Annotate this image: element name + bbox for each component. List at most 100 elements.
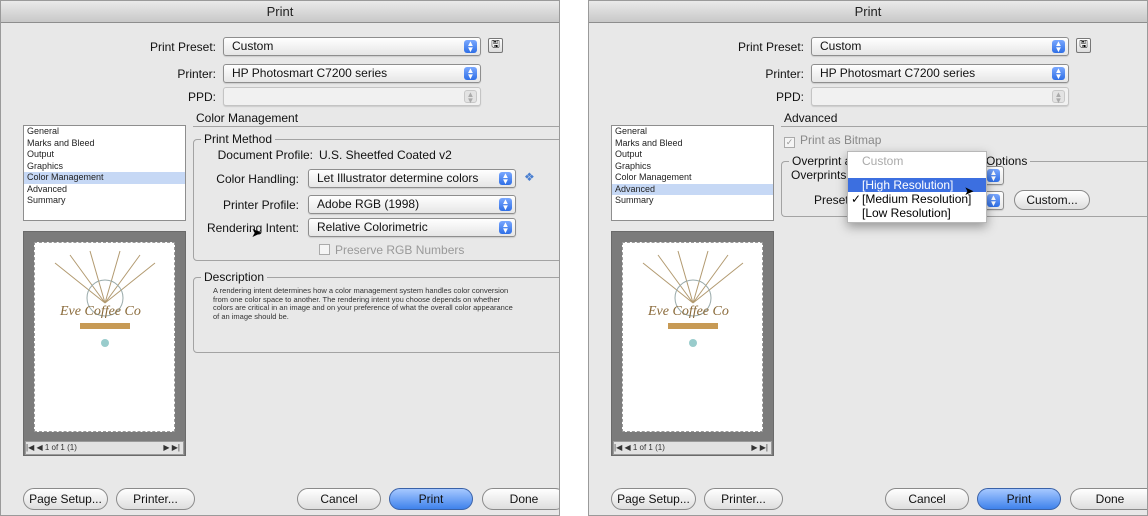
- preview-page: Eve Coffee Co: [34, 242, 175, 432]
- print-as-bitmap-checkbox: ✓ Print as Bitmap: [784, 133, 881, 148]
- print-preset-select[interactable]: Custom ▲ ▼: [223, 37, 481, 56]
- popup-arrows-icon: ▲ ▼: [499, 172, 512, 186]
- ppd-label: PPD:: [187, 90, 216, 104]
- sidebar-item-color-management[interactable]: Color Management: [612, 172, 773, 184]
- menu-separator: [848, 168, 986, 178]
- sidebar-item-color-management[interactable]: Color Management: [24, 172, 185, 184]
- ppd-select: ▲ ▼: [223, 87, 481, 106]
- page-navigator[interactable]: |◀ ◀ 1 of 1 (1) ▶ ▶|: [613, 441, 772, 455]
- rendering-intent-select[interactable]: Relative Colorimetric ▲ ▼: [308, 218, 516, 237]
- printer-button[interactable]: Printer...: [116, 488, 195, 510]
- section-title: Color Management: [196, 111, 299, 125]
- sidebar-item-summary[interactable]: Summary: [612, 195, 773, 207]
- page-navigator[interactable]: |◀ ◀ 1 of 1 (1) ▶ ▶|: [25, 441, 184, 455]
- mouse-cursor-icon: ➤: [964, 184, 975, 198]
- print-dialog-color-management: Print Print Preset: Custom ▲ ▼ 🖫 Printer:…: [0, 0, 560, 516]
- sidebar-item-output[interactable]: Output: [24, 149, 185, 161]
- sidebar-item-advanced[interactable]: Advanced: [612, 183, 773, 195]
- print-preset-label: Print Preset:: [737, 40, 804, 54]
- color-handling-value: Let Illustrator determine colors: [317, 171, 479, 185]
- print-dialog-advanced: Print Print Preset: Custom ▲ ▼ 🖫 Printer:…: [588, 0, 1148, 516]
- cancel-button[interactable]: Cancel: [885, 488, 969, 510]
- save-preset-icon[interactable]: 🖫: [1076, 38, 1091, 53]
- sidebar-item-graphics[interactable]: Graphics: [612, 161, 773, 173]
- last-page-icon[interactable]: ▶ ▶|: [751, 442, 768, 454]
- done-button[interactable]: Done: [1070, 488, 1147, 510]
- printer-profile-label: Printer Profile:: [222, 198, 299, 212]
- sidebar-list[interactable]: General Marks and Bleed Output Graphics …: [611, 125, 774, 221]
- preserve-rgb-checkbox: Preserve RGB Numbers: [319, 243, 464, 257]
- description-text: A rendering intent determines how a colo…: [213, 286, 513, 321]
- divider: [781, 126, 1147, 127]
- checkmark-icon: ✓: [784, 137, 795, 148]
- printer-button[interactable]: Printer...: [704, 488, 783, 510]
- preview-artwork: Eve Coffee Co: [54, 250, 156, 347]
- menu-item-custom: Custom: [862, 154, 904, 168]
- printer-select[interactable]: HP Photosmart C7200 series ▲ ▼: [223, 64, 481, 83]
- print-as-bitmap-label: Print as Bitmap: [800, 133, 882, 147]
- cancel-button[interactable]: Cancel: [297, 488, 381, 510]
- overprints-label: Overprints:: [791, 168, 850, 182]
- popup-arrows-icon: ▲ ▼: [987, 169, 1000, 183]
- popup-arrows-icon: ▲ ▼: [499, 198, 512, 212]
- sidebar-item-marks-and-bleed[interactable]: Marks and Bleed: [612, 138, 773, 150]
- sidebar-item-output[interactable]: Output: [612, 149, 773, 161]
- print-preview: Eve Coffee Co |◀ ◀ 1 of 1 (1) ▶ ▶|: [23, 231, 186, 456]
- last-page-icon[interactable]: ▶ ▶|: [163, 442, 180, 454]
- checkbox-icon: [319, 244, 330, 255]
- page-setup-button[interactable]: Page Setup...: [23, 488, 108, 510]
- printer-profile-select[interactable]: Adobe RGB (1998) ▲ ▼: [308, 195, 516, 214]
- menu-item-label: [Medium Resolution]: [862, 192, 972, 206]
- sidebar-item-graphics[interactable]: Graphics: [24, 161, 185, 173]
- popup-arrows-icon: ▲ ▼: [1052, 67, 1065, 81]
- popup-arrows-icon: ▲ ▼: [1052, 90, 1065, 105]
- preview-artwork: Eve Coffee Co: [642, 250, 744, 347]
- window-title: Print: [1, 1, 559, 23]
- printer-label: Printer:: [177, 67, 216, 81]
- sidebar-item-advanced[interactable]: Advanced: [24, 184, 185, 196]
- print-button[interactable]: Print: [389, 488, 473, 510]
- save-preset-icon[interactable]: 🖫: [488, 38, 503, 53]
- checkmark-icon: ✓: [851, 192, 862, 206]
- warning-icon: ❖: [524, 170, 535, 184]
- page-nav-value: 1 of 1 (1): [44, 443, 77, 452]
- color-handling-select[interactable]: Let Illustrator determine colors ▲ ▼: [308, 169, 516, 188]
- print-preset-label: Print Preset:: [149, 40, 216, 54]
- menu-item-label: [Low Resolution]: [862, 206, 951, 220]
- first-page-icon[interactable]: |◀ ◀: [26, 443, 43, 452]
- ppd-select: ▲ ▼: [811, 87, 1069, 106]
- printer-profile-value: Adobe RGB (1998): [317, 197, 420, 211]
- done-button[interactable]: Done: [482, 488, 559, 510]
- page-setup-button[interactable]: Page Setup...: [611, 488, 696, 510]
- sidebar-item-marks-and-bleed[interactable]: Marks and Bleed: [24, 138, 185, 150]
- document-profile-label: Document Profile:: [217, 148, 313, 162]
- popup-arrows-icon: ▲ ▼: [464, 90, 477, 105]
- print-button[interactable]: Print: [977, 488, 1061, 510]
- preview-page: Eve Coffee Co: [622, 242, 763, 432]
- sidebar-item-general[interactable]: General: [612, 126, 773, 138]
- popup-arrows-icon: ▲ ▼: [464, 67, 477, 81]
- overprint-title-left: Overprint a: [789, 154, 855, 168]
- print-method-title: Print Method: [201, 132, 276, 146]
- print-preset-value: Custom: [820, 39, 862, 53]
- printer-value: HP Photosmart C7200 series: [232, 66, 388, 80]
- description-title: Description: [201, 270, 268, 284]
- printer-label: Printer:: [765, 67, 804, 81]
- first-page-icon[interactable]: |◀ ◀: [614, 443, 631, 452]
- sidebar-list[interactable]: General Marks and Bleed Output Graphics …: [23, 125, 186, 221]
- document-profile-value: U.S. Sheetfed Coated v2: [319, 148, 452, 162]
- svg-text:Eve Coffee Co: Eve Coffee Co: [647, 304, 729, 319]
- menu-item-low-resolution[interactable]: [Low Resolution]: [848, 206, 986, 220]
- print-preset-select[interactable]: Custom ▲ ▼: [811, 37, 1069, 56]
- sidebar-item-summary[interactable]: Summary: [24, 195, 185, 207]
- rendering-intent-value: Relative Colorimetric: [317, 220, 428, 234]
- custom-button[interactable]: Custom...: [1014, 190, 1090, 210]
- printer-select[interactable]: HP Photosmart C7200 series ▲ ▼: [811, 64, 1069, 83]
- print-preview: Eve Coffee Co |◀ ◀ 1 of 1 (1) ▶ ▶|: [611, 231, 774, 456]
- sidebar-item-general[interactable]: General: [24, 126, 185, 138]
- menu-item-label: [High Resolution]: [862, 178, 954, 192]
- ppd-label: PPD:: [775, 90, 804, 104]
- printer-value: HP Photosmart C7200 series: [820, 66, 976, 80]
- preserve-rgb-label: Preserve RGB Numbers: [335, 243, 465, 257]
- print-preset-value: Custom: [232, 39, 274, 53]
